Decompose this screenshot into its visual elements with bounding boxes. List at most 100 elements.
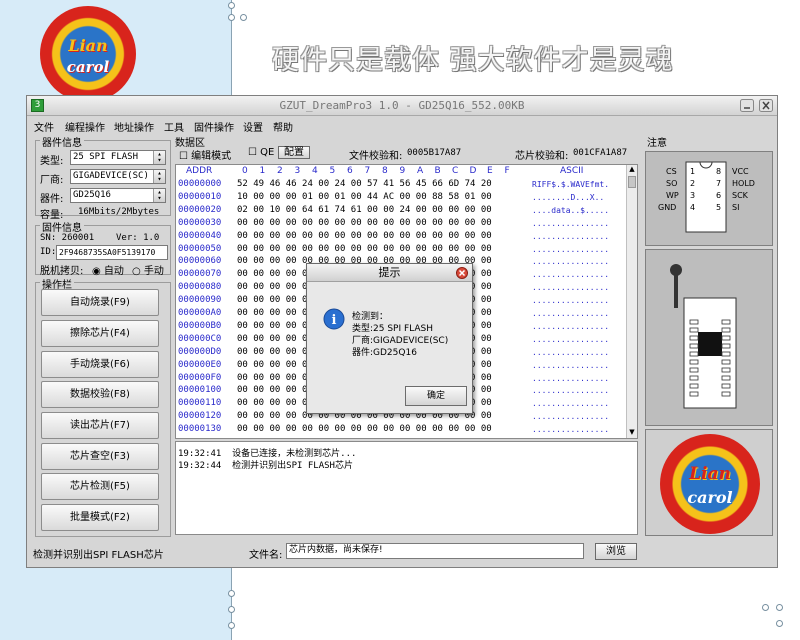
hex-ascii: ................: [532, 218, 610, 228]
status-bar: 检测并识别出SPI FLASH芯片 文件名: 芯片内数据，尚未保存! 浏览: [27, 540, 777, 567]
hex-address: 000000B0: [178, 320, 222, 331]
detect-chip-button[interactable]: 芯片检测(F5): [41, 473, 159, 500]
vendor-value: GIGADEVICE(SC): [73, 171, 149, 181]
id-label: ID:: [40, 247, 57, 257]
radio-checked-icon[interactable]: ◉: [92, 266, 101, 277]
radio-unchecked-icon[interactable]: ○: [132, 266, 141, 277]
menu-file[interactable]: 文件: [34, 119, 54, 134]
hex-ascii: ................: [532, 244, 610, 254]
id-field[interactable]: 2F9468735SA0F5139170: [56, 245, 168, 260]
read-chip-button[interactable]: 读出芯片(F7): [41, 412, 159, 439]
pin-vcc-label: VCC: [732, 167, 749, 176]
hex-address: 00000070: [178, 269, 222, 280]
hex-row[interactable]: 00 00 00 00 00 00 00 00 00 00 00 00 00 0…: [237, 244, 492, 254]
zif-socket-icon: [670, 264, 737, 409]
hex-row[interactable]: 02 00 10 00 64 61 74 61 00 00 24 00 00 0…: [237, 205, 492, 215]
browse-button[interactable]: 浏览: [595, 543, 637, 560]
menu-firmware[interactable]: 固件操作: [194, 119, 234, 134]
hex-address: 000000E0: [178, 359, 222, 370]
batch-mode-button[interactable]: 批量模式(F2): [41, 504, 159, 531]
erase-chip-button[interactable]: 擦除芯片(F4): [41, 320, 159, 347]
hex-row[interactable]: 00 00 00 00 00 00 00 00 00 00 00 00 00 0…: [237, 424, 492, 434]
socket-panel: [645, 249, 773, 426]
hex-ascii: ................: [532, 321, 610, 331]
auto-radio[interactable]: ◉ 自动: [92, 262, 124, 277]
minimize-icon[interactable]: [739, 99, 754, 112]
menu-tools[interactable]: 工具: [164, 119, 184, 134]
pin-gnd-label: GND: [658, 203, 676, 212]
type-value: 25 SPI FLASH: [73, 152, 139, 162]
logo-bottom-text: carol: [66, 58, 110, 76]
config-button[interactable]: 配置: [278, 146, 310, 159]
pin-cs-label: CS: [666, 167, 677, 176]
auto-program-button[interactable]: 自动烧录(F9): [41, 289, 159, 316]
manual-program-button[interactable]: 手动烧录(F6): [41, 351, 159, 378]
type-select[interactable]: 25 SPI FLASH ▴ ▾: [70, 150, 166, 165]
hex-scrollbar[interactable]: ▲ ▼: [626, 165, 637, 438]
chip-pinout-diagram: CS SO WP GND 1 2 3 4 8 7 6 5 VCC HOLD SC…: [658, 161, 755, 233]
manual-radio[interactable]: ○ 手动: [132, 262, 164, 277]
hex-row[interactable]: 10 00 00 00 01 00 01 00 44 AC 00 00 88 5…: [237, 192, 492, 202]
hex-ascii: ................: [532, 309, 610, 318]
hex-column-header: F: [504, 166, 510, 176]
scroll-thumb[interactable]: [628, 176, 636, 188]
file-name-input[interactable]: 芯片内数据，尚未保存!: [286, 543, 584, 559]
verify-data-button[interactable]: 数据校验(F8): [41, 381, 159, 408]
checkbox-icon[interactable]: ☐: [248, 147, 257, 158]
firmware-info-group: 固件信息 SN: 260001 Ver: 1.0 ID: 2F9468735SA…: [35, 219, 171, 277]
spin-arrows-icon[interactable]: ▴ ▾: [153, 151, 165, 164]
hex-ascii: ................: [532, 270, 610, 280]
pin-si-label: SI: [732, 203, 739, 212]
menu-program[interactable]: 编程操作: [65, 119, 105, 134]
hex-row[interactable]: 00 00 00 00 00 00 00 00 00 00 00 00 00 0…: [237, 231, 492, 241]
pin-wp-label: WP: [666, 191, 679, 200]
info-dialog: 提示 i 检测到： 类型:25 SPI FLASH 厂商:GIGADEVICE(…: [306, 263, 473, 414]
binder-ring-icon: [776, 604, 783, 611]
device-select[interactable]: GD25Q16 ▴ ▾: [70, 188, 166, 203]
hex-row[interactable]: 52 49 46 46 24 00 24 00 57 41 56 45 66 6…: [237, 179, 492, 189]
edit-mode-checkbox[interactable]: ☐ 编辑模式: [179, 147, 231, 162]
pin-so-label: SO: [666, 179, 677, 188]
hex-column-header: B: [434, 166, 441, 176]
hex-column-header: 3: [294, 166, 301, 176]
hex-ascii: ................: [532, 373, 610, 383]
brand-logo: Lian carol: [40, 6, 136, 102]
group-label: 器件信息: [40, 134, 84, 149]
menu-settings[interactable]: 设置: [243, 119, 263, 134]
hex-ascii: ................: [532, 283, 610, 293]
menu-help[interactable]: 帮助: [273, 119, 293, 134]
hex-row[interactable]: 00 00 00 00 00 00 00 00 00 00 00 00 00 0…: [237, 218, 492, 228]
binder-ring-icon: [228, 590, 235, 597]
blank-check-button[interactable]: 芯片查空(F3): [41, 443, 159, 470]
hex-column-header: 5: [329, 166, 336, 176]
menu-address[interactable]: 地址操作: [114, 119, 154, 134]
hex-column-header: 9: [399, 166, 406, 176]
pin-number: 1: [690, 167, 695, 176]
hex-column-header: 2: [277, 166, 283, 176]
device-info-group: 器件信息 类型: 25 SPI FLASH ▴ ▾ 厂商: GIGADEVICE(…: [35, 134, 171, 221]
spin-arrows-icon[interactable]: ▴ ▾: [153, 170, 165, 183]
hex-column-header: 8: [382, 166, 388, 176]
scroll-up-icon[interactable]: ▲: [627, 165, 637, 175]
hex-column-header: D: [469, 166, 477, 176]
chip-checksum-label: 芯片校验和:: [515, 151, 569, 162]
log-panel[interactable]: 19:32:41 设备已连接，未检测到芯片... 19:32:44 检测并识别出…: [175, 441, 638, 535]
binder-ring-icon: [776, 620, 783, 627]
pin-number: 4: [690, 203, 695, 212]
hex-address: 00000010: [178, 191, 222, 202]
spin-arrows-icon[interactable]: ▴ ▾: [153, 189, 165, 202]
close-icon[interactable]: [759, 99, 773, 112]
hex-address: 000000D0: [178, 346, 222, 357]
hex-column-header: 4: [312, 166, 318, 176]
binder-ring-icon: [228, 606, 235, 613]
scroll-down-icon[interactable]: ▼: [627, 428, 637, 438]
hex-ascii: ................: [532, 296, 610, 306]
hex-address: 000000F0: [178, 372, 222, 383]
ok-button[interactable]: 确定: [405, 386, 467, 406]
vendor-select[interactable]: GIGADEVICE(SC) ▴ ▾: [70, 169, 166, 184]
dialog-close-icon[interactable]: [456, 267, 468, 279]
pin-number: 6: [716, 191, 721, 200]
qe-checkbox[interactable]: ☐ QE: [248, 147, 274, 158]
firmware-version: Ver: 1.0: [116, 233, 160, 243]
checkbox-icon[interactable]: ☐: [179, 151, 188, 162]
